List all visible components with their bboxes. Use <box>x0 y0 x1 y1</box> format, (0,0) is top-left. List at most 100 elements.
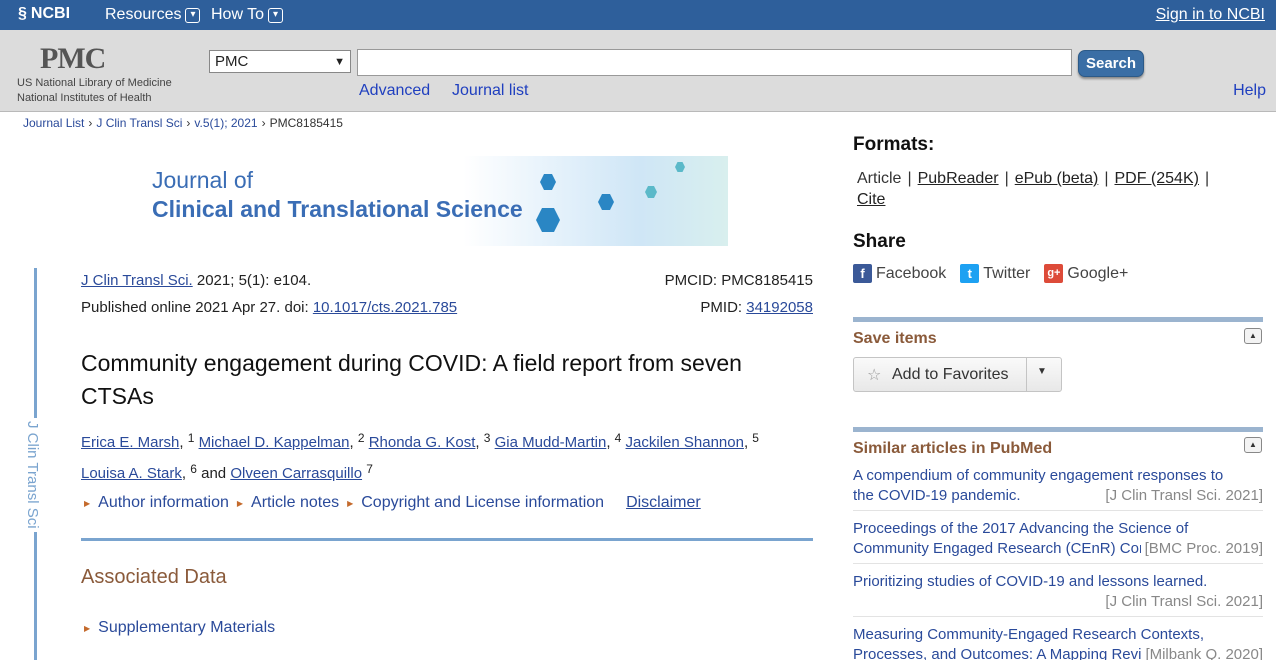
database-select[interactable]: PMC ▼ <box>209 50 351 73</box>
format-article-current: Article <box>857 170 902 187</box>
affiliation-ref[interactable]: 4 <box>615 431 622 445</box>
pmid: PMID: 34192058 <box>700 299 813 316</box>
similar-article-title-line1: Prioritizing studies of COVID-19 and les… <box>853 573 1208 590</box>
facebook-icon: f <box>853 264 872 283</box>
share-facebook[interactable]: f Facebook <box>853 264 946 283</box>
similar-article-item[interactable]: Measuring Community-Engaged Research Con… <box>853 625 1263 660</box>
nlm-label: US National Library of Medicine <box>17 77 172 89</box>
similar-article-title-line1: A compendium of community engagement res… <box>853 467 1224 484</box>
resources-menu-label: Resources <box>105 6 182 23</box>
disclaimer-link[interactable]: Disclaimer <box>626 494 701 512</box>
copyright-toggle[interactable]: Copyright and License information <box>361 494 604 512</box>
similar-articles-box-border <box>853 427 1263 432</box>
format-pubreader-link[interactable]: PubReader <box>918 170 999 187</box>
similar-article-title-line2: Processes, and Outcomes: A Mapping Revie… <box>853 646 1161 660</box>
and-text: and <box>201 465 227 482</box>
similar-article-source: [Milbank Q. 2020] <box>1141 645 1263 660</box>
doi-link[interactable]: 10.1017/cts.2021.785 <box>313 299 457 316</box>
triangle-right-icon: ▶ <box>84 623 91 633</box>
author-information-toggle[interactable]: Author information <box>98 494 229 512</box>
affiliation-ref[interactable]: 5 <box>752 431 759 445</box>
button-divider <box>1026 358 1027 391</box>
hexagon-decoration <box>645 186 657 198</box>
banner-line2: Clinical and Translational Science <box>152 196 523 222</box>
article-title: Community engagement during COVID: A fie… <box>81 350 742 409</box>
author-link[interactable]: Jackilen Shannon <box>626 434 744 451</box>
share-twitter-label: Twitter <box>983 264 1031 282</box>
citation-details: 2021; 5(1): e104. <box>192 272 312 289</box>
format-cite-link[interactable]: Cite <box>857 191 885 208</box>
formats-list: Article | PubReader | ePub (beta) | PDF (254K)… <box>857 170 1210 208</box>
search-input[interactable] <box>357 49 1072 76</box>
ncbi-logo[interactable]: § NCBI <box>18 5 70 23</box>
associated-data-heading: Associated Data <box>81 566 227 588</box>
journal-vertical-label: J Clin Transl Sci <box>24 418 41 532</box>
author-link[interactable]: Gia Mudd-Martin <box>495 434 607 451</box>
collapse-up-icon[interactable]: ▲ <box>1244 328 1262 344</box>
dna-helix-icon: § <box>18 5 27 22</box>
resources-menu[interactable]: Resources ▾ <box>105 6 201 24</box>
article-info-links: ▶ Author information ▶ Article notes ▶ C… <box>84 494 701 512</box>
ncbi-logo-text: NCBI <box>30 5 71 22</box>
breadcrumb-issue[interactable]: v.5(1); 2021 <box>194 116 257 130</box>
triangle-right-icon: ▶ <box>236 498 244 508</box>
save-items-heading: Save items <box>853 330 937 347</box>
search-button[interactable]: Search <box>1078 50 1144 77</box>
collapse-up-icon[interactable]: ▲ <box>1244 437 1262 453</box>
breadcrumb: Journal List › J Clin Transl Sci › v.5(1… <box>23 116 343 130</box>
share-twitter[interactable]: t Twitter <box>960 264 1030 283</box>
journal-list-link[interactable]: Journal list <box>452 82 528 100</box>
format-epub-link[interactable]: ePub (beta) <box>1015 170 1099 187</box>
journal-link[interactable]: J Clin Transl Sci. <box>81 272 193 289</box>
similar-article-item[interactable]: Proceedings of the 2017 Advancing the Sc… <box>853 519 1263 564</box>
similar-article-source: [J Clin Transl Sci. 2021] <box>1101 486 1263 506</box>
affiliation-ref[interactable]: 3 <box>484 431 491 445</box>
similar-article-item[interactable]: A compendium of community engagement res… <box>853 466 1263 511</box>
breadcrumb-sep: › <box>261 116 266 130</box>
hexagon-decoration <box>598 194 614 210</box>
pmcid-value: PMC8185415 <box>721 272 813 289</box>
author-link[interactable]: Louisa A. Stark <box>81 465 182 482</box>
nih-label: National Institutes of Health <box>17 92 152 104</box>
breadcrumb-sep: › <box>88 116 93 130</box>
breadcrumb-journal[interactable]: J Clin Transl Sci <box>96 116 182 130</box>
add-to-favorites-button[interactable]: ☆ Add to Favorites ▼ <box>853 357 1062 392</box>
supplementary-materials-toggle[interactable]: Supplementary Materials <box>98 619 275 637</box>
share-google-plus[interactable]: g+ Google+ <box>1044 264 1128 283</box>
published-text: Published online 2021 Apr 27. doi: <box>81 299 313 316</box>
author-list: Erica E. Marsh, 1 Michael D. Kappelman, … <box>81 431 759 482</box>
help-link[interactable]: Help <box>1233 82 1266 100</box>
similar-article-item[interactable]: Prioritizing studies of COVID-19 and les… <box>853 572 1263 617</box>
pmid-link[interactable]: 34192058 <box>746 299 813 316</box>
article-notes-toggle[interactable]: Article notes <box>251 494 339 512</box>
add-to-favorites-label: Add to Favorites <box>892 366 1009 383</box>
hexagon-decoration <box>675 162 685 172</box>
author-link[interactable]: Olveen Carrasquillo <box>230 465 362 482</box>
pmc-header: PMC US National Library of Medicine Nati… <box>0 30 1276 112</box>
breadcrumb-sep: › <box>186 116 191 130</box>
affiliation-ref[interactable]: 2 <box>358 431 365 445</box>
supplementary-materials: ▶ Supplementary Materials <box>84 619 275 637</box>
pmc-logo[interactable]: PMC <box>40 42 106 76</box>
affiliation-ref[interactable]: 1 <box>188 431 195 445</box>
advanced-search-link[interactable]: Advanced <box>359 82 430 100</box>
similar-article-title-line1: Proceedings of the 2017 Advancing the Sc… <box>853 520 1189 537</box>
share-heading: Share <box>853 231 906 252</box>
save-items-box-border <box>853 317 1263 322</box>
chevron-down-icon[interactable]: ▼ <box>1037 366 1047 377</box>
signin-link[interactable]: Sign in to NCBI <box>1156 6 1265 24</box>
affiliation-ref[interactable]: 6 <box>190 462 197 476</box>
journal-banner[interactable]: Journal of Clinical and Translational Sc… <box>140 156 728 246</box>
breadcrumb-journal-list[interactable]: Journal List <box>23 116 84 130</box>
similar-article-source: [BMC Proc. 2019] <box>1140 539 1263 559</box>
author-link[interactable]: Michael D. Kappelman <box>199 434 350 451</box>
author-link[interactable]: Erica E. Marsh <box>81 434 179 451</box>
banner-line1: Journal of <box>152 167 254 193</box>
hexagon-decoration <box>536 208 560 232</box>
affiliation-ref[interactable]: 7 <box>366 462 373 476</box>
format-pdf-link[interactable]: PDF (254K) <box>1114 170 1198 187</box>
triangle-right-icon: ▶ <box>347 498 354 508</box>
chevron-down-icon: ▾ <box>268 7 284 23</box>
author-link[interactable]: Rhonda G. Kost <box>369 434 476 451</box>
howto-menu[interactable]: How To ▾ <box>211 6 284 24</box>
